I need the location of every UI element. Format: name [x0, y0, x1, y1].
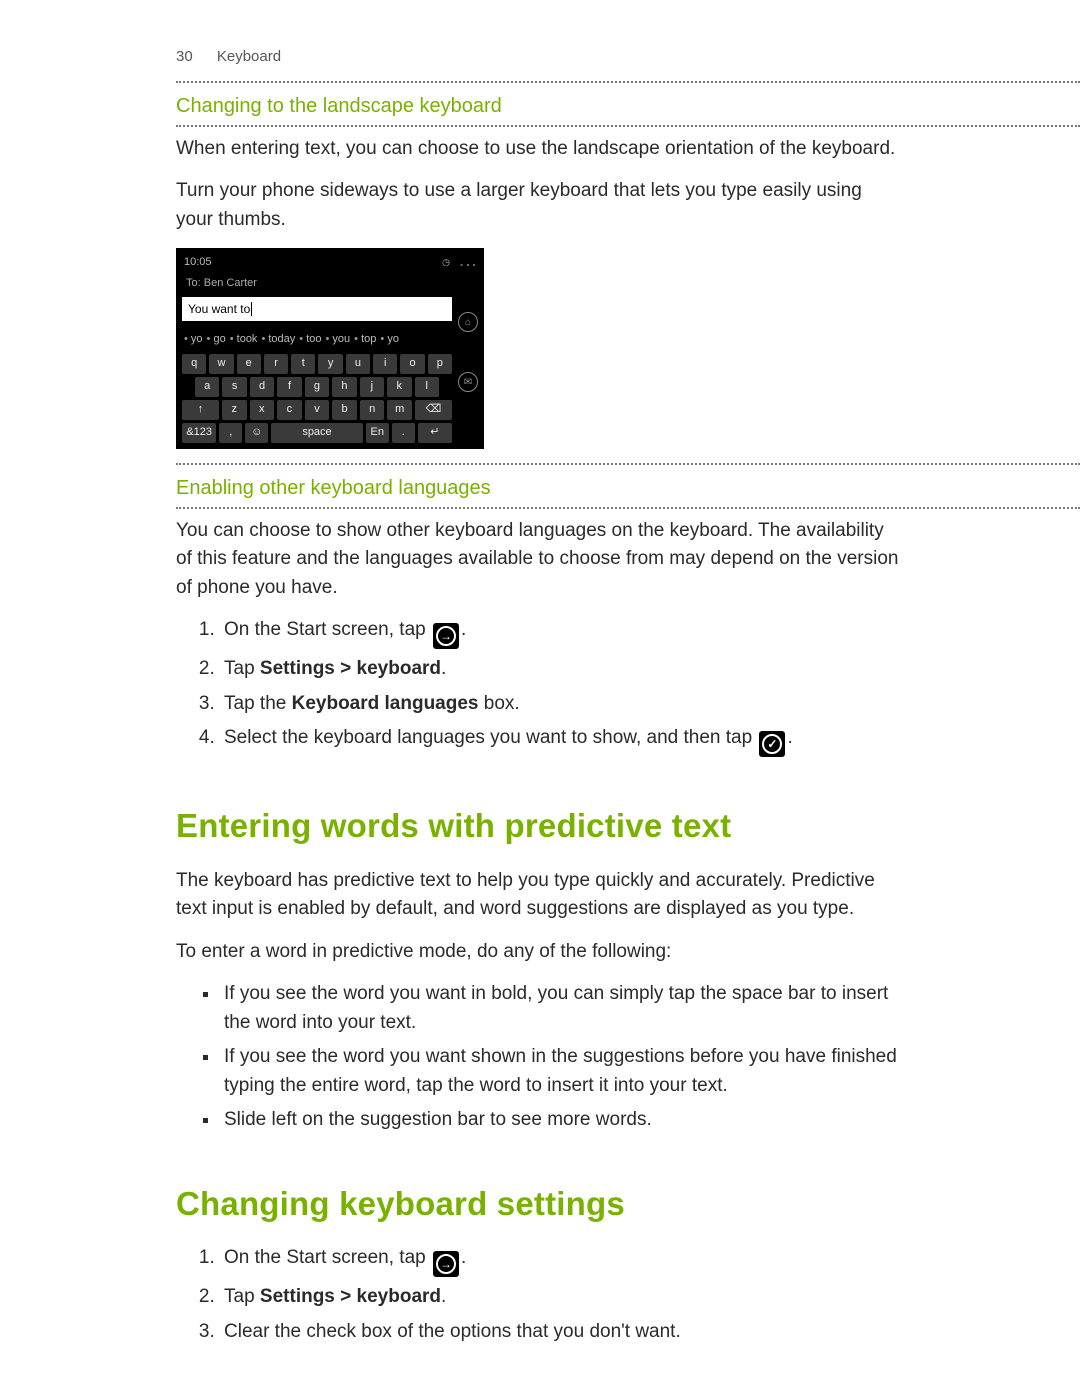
subheading-landscape: Changing to the landscape keyboard — [176, 91, 904, 121]
suggestion-word: took — [230, 333, 258, 345]
keyboard-key: ☺ — [245, 423, 268, 443]
keyboard-key: b — [332, 400, 357, 420]
keyboard-screenshot: ⋮ ⌂ ✉ 10:05 ◷ To: Ben Carter You want to… — [176, 248, 484, 449]
arrow-right-icon: → — [433, 1251, 459, 1277]
body-text: You can choose to show other keyboard la… — [176, 517, 904, 603]
signal-icon: ◷ — [442, 256, 450, 270]
keyboard-key: a — [195, 377, 219, 397]
body-text: The keyboard has predictive text to help… — [176, 867, 904, 924]
keyboard-key: m — [387, 400, 412, 420]
step-item: Clear the check box of the options that … — [220, 1318, 904, 1347]
bullet-list: If you see the word you want in bold, yo… — [176, 980, 904, 1135]
keyboard-key: p — [428, 354, 452, 374]
body-text: To enter a word in predictive mode, do a… — [176, 938, 904, 967]
keyboard-key: j — [360, 377, 384, 397]
subheading-languages: Enabling other keyboard languages — [176, 473, 904, 503]
keyboard-key: t — [291, 354, 315, 374]
steps-list: On the Start screen, tap →. Tap Settings… — [176, 1244, 904, 1346]
suggestion-word: top — [354, 333, 376, 345]
body-text: When entering text, you can choose to us… — [176, 135, 904, 164]
keyboard-key: space — [271, 423, 363, 443]
arrow-right-icon: → — [433, 623, 459, 649]
keyboard-key: s — [222, 377, 246, 397]
keyboard-key: h — [332, 377, 356, 397]
send-icon: ✉ — [458, 372, 478, 392]
keyboard-key: x — [250, 400, 275, 420]
page-number: 30 — [176, 48, 193, 65]
keyboard-key: e — [237, 354, 261, 374]
keyboard-key: ⌫ — [415, 400, 452, 420]
keyboard-key: y — [318, 354, 342, 374]
step-item: Tap the Keyboard languages box. — [220, 690, 904, 719]
mic-icon: ⌂ — [458, 312, 478, 332]
suggestion-word: yo — [184, 333, 203, 345]
keyboard-key: &123 — [182, 423, 216, 443]
more-icon: ⋮ — [466, 256, 470, 272]
keyboard-key: g — [305, 377, 329, 397]
section-name: Keyboard — [217, 48, 281, 65]
check-icon: ✓ — [759, 731, 785, 757]
page-header: 30 Keyboard — [176, 46, 904, 69]
suggestion-word: you — [326, 333, 351, 345]
step-item: On the Start screen, tap →. — [220, 1244, 904, 1277]
keyboard-key: w — [209, 354, 233, 374]
bullet-item: If you see the word you want in bold, yo… — [220, 980, 904, 1037]
keyboard-key: u — [346, 354, 370, 374]
divider — [176, 81, 1080, 83]
keyboard-key: f — [277, 377, 301, 397]
keyboard-key: l — [415, 377, 439, 397]
keyboard-key: o — [400, 354, 424, 374]
step-item: Select the keyboard languages you want t… — [220, 724, 904, 757]
keyboard-key: , — [219, 423, 242, 443]
keyboard-key: c — [277, 400, 302, 420]
to-field: To: Ben Carter — [182, 275, 452, 296]
keyboard-key: En — [366, 423, 389, 443]
keyboard-key: ↵ — [418, 423, 452, 443]
keyboard-key: z — [222, 400, 247, 420]
heading-settings: Changing keyboard settings — [176, 1179, 904, 1229]
keyboard-key: . — [392, 423, 415, 443]
keyboard-key: i — [373, 354, 397, 374]
suggestion-word: today — [261, 333, 295, 345]
keyboard-key: r — [264, 354, 288, 374]
text-input: You want to — [182, 297, 452, 321]
keyboard-key: ↑ — [182, 400, 219, 420]
bullet-item: If you see the word you want shown in th… — [220, 1043, 904, 1100]
divider — [176, 463, 1080, 465]
step-item: Tap Settings > keyboard. — [220, 655, 904, 684]
divider — [176, 125, 1080, 127]
keyboard-key: k — [387, 377, 411, 397]
step-item: Tap Settings > keyboard. — [220, 1283, 904, 1312]
status-time: 10:05 — [184, 254, 212, 271]
suggestion-bar: yogotooktodaytooyoutopyo — [182, 329, 452, 354]
step-item: On the Start screen, tap →. — [220, 616, 904, 649]
suggestion-word: go — [207, 333, 226, 345]
divider — [176, 507, 1080, 509]
steps-list: On the Start screen, tap →. Tap Settings… — [176, 616, 904, 757]
heading-predictive: Entering words with predictive text — [176, 801, 904, 851]
keyboard-key: n — [360, 400, 385, 420]
onscreen-keyboard: qwertyuiop asdfghjkl ↑zxcvbnm⌫ &123,☺spaceE… — [182, 354, 452, 443]
keyboard-key: q — [182, 354, 206, 374]
bullet-item: Slide left on the suggestion bar to see … — [220, 1106, 904, 1135]
keyboard-key: d — [250, 377, 274, 397]
body-text: Turn your phone sideways to use a larger… — [176, 177, 904, 234]
suggestion-word: too — [299, 333, 321, 345]
keyboard-key: v — [305, 400, 330, 420]
suggestion-word: yo — [380, 333, 399, 345]
